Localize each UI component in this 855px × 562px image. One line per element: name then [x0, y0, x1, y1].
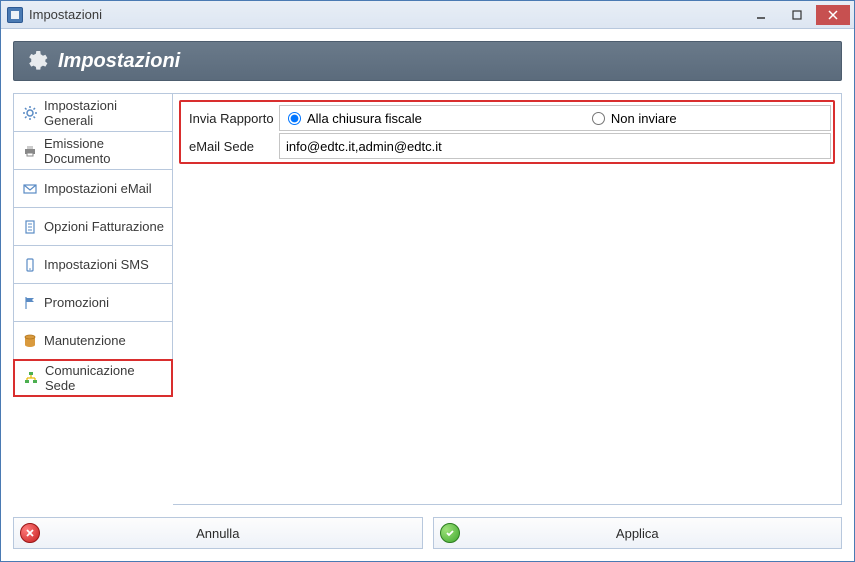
- window-controls: [744, 5, 850, 25]
- radio-label: Non inviare: [611, 111, 677, 126]
- sidebar-item-emissione-documento[interactable]: Emissione Documento: [13, 131, 173, 169]
- sidebar-item-label: Impostazioni Generali: [44, 98, 164, 128]
- cancel-icon: [20, 523, 40, 543]
- button-label: Applica: [616, 526, 659, 541]
- radio-input[interactable]: [288, 112, 301, 125]
- apply-icon: [440, 523, 460, 543]
- maximize-button[interactable]: [780, 5, 814, 25]
- mail-icon: [22, 181, 38, 197]
- sidebar-item-manutenzione[interactable]: Manutenzione: [13, 321, 173, 359]
- radio-group-invia-rapporto: Alla chiusura fiscale Non inviare: [279, 105, 831, 131]
- content-panel: Invia Rapporto Alla chiusura fiscale Non…: [173, 93, 842, 505]
- sidebar-item-label: Manutenzione: [44, 333, 126, 348]
- page-title: Impostazioni: [58, 50, 180, 73]
- app-icon: [7, 7, 23, 23]
- apply-button[interactable]: Applica: [433, 517, 843, 549]
- sidebar-item-label: Impostazioni SMS: [44, 257, 149, 272]
- radio-input[interactable]: [592, 112, 605, 125]
- flag-icon: [22, 295, 38, 311]
- printer-icon: [22, 143, 38, 159]
- doc-icon: [22, 219, 38, 235]
- minimize-button[interactable]: [744, 5, 778, 25]
- sidebar-item-label: Comunicazione Sede: [45, 363, 163, 393]
- sidebar-item-label: Opzioni Fatturazione: [44, 219, 164, 234]
- label-email-sede: eMail Sede: [183, 139, 279, 154]
- sidebar-item-label: Impostazioni eMail: [44, 181, 152, 196]
- body: Impostazioni Generali Emissione Document…: [1, 81, 854, 517]
- cancel-button[interactable]: Annulla: [13, 517, 423, 549]
- org-icon: [23, 370, 39, 386]
- close-button[interactable]: [816, 5, 850, 25]
- radio-non-inviare[interactable]: Non inviare: [592, 111, 677, 126]
- sidebar-item-impostazioni-generali[interactable]: Impostazioni Generali: [13, 93, 173, 131]
- sidebar-item-impostazioni-email[interactable]: Impostazioni eMail: [13, 169, 173, 207]
- gear-icon: [22, 105, 38, 121]
- label-invia-rapporto: Invia Rapporto: [183, 111, 279, 126]
- sidebar: Impostazioni Generali Emissione Document…: [13, 93, 173, 505]
- radio-alla-chiusura-fiscale[interactable]: Alla chiusura fiscale: [288, 111, 422, 126]
- sidebar-item-opzioni-fatturazione[interactable]: Opzioni Fatturazione: [13, 207, 173, 245]
- window-title: Impostazioni: [29, 7, 744, 22]
- header-bar: Impostazioni: [13, 41, 842, 81]
- db-icon: [22, 333, 38, 349]
- sidebar-item-label: Emissione Documento: [44, 136, 164, 166]
- sidebar-item-comunicazione-sede[interactable]: Comunicazione Sede: [13, 359, 173, 397]
- button-label: Annulla: [196, 526, 239, 541]
- row-invia-rapporto: Invia Rapporto Alla chiusura fiscale Non…: [183, 104, 831, 132]
- titlebar: Impostazioni: [1, 1, 854, 29]
- row-email-sede: eMail Sede: [183, 132, 831, 160]
- phone-icon: [22, 257, 38, 273]
- sidebar-item-promozioni[interactable]: Promozioni: [13, 283, 173, 321]
- settings-window: Impostazioni Impostazioni Impostazioni G…: [0, 0, 855, 562]
- highlighted-form-area: Invia Rapporto Alla chiusura fiscale Non…: [179, 100, 835, 164]
- sidebar-item-impostazioni-sms[interactable]: Impostazioni SMS: [13, 245, 173, 283]
- gear-icon: [24, 49, 48, 73]
- footer: Annulla Applica: [1, 517, 854, 561]
- sidebar-item-label: Promozioni: [44, 295, 109, 310]
- input-email-sede[interactable]: [279, 133, 831, 159]
- radio-label: Alla chiusura fiscale: [307, 111, 422, 126]
